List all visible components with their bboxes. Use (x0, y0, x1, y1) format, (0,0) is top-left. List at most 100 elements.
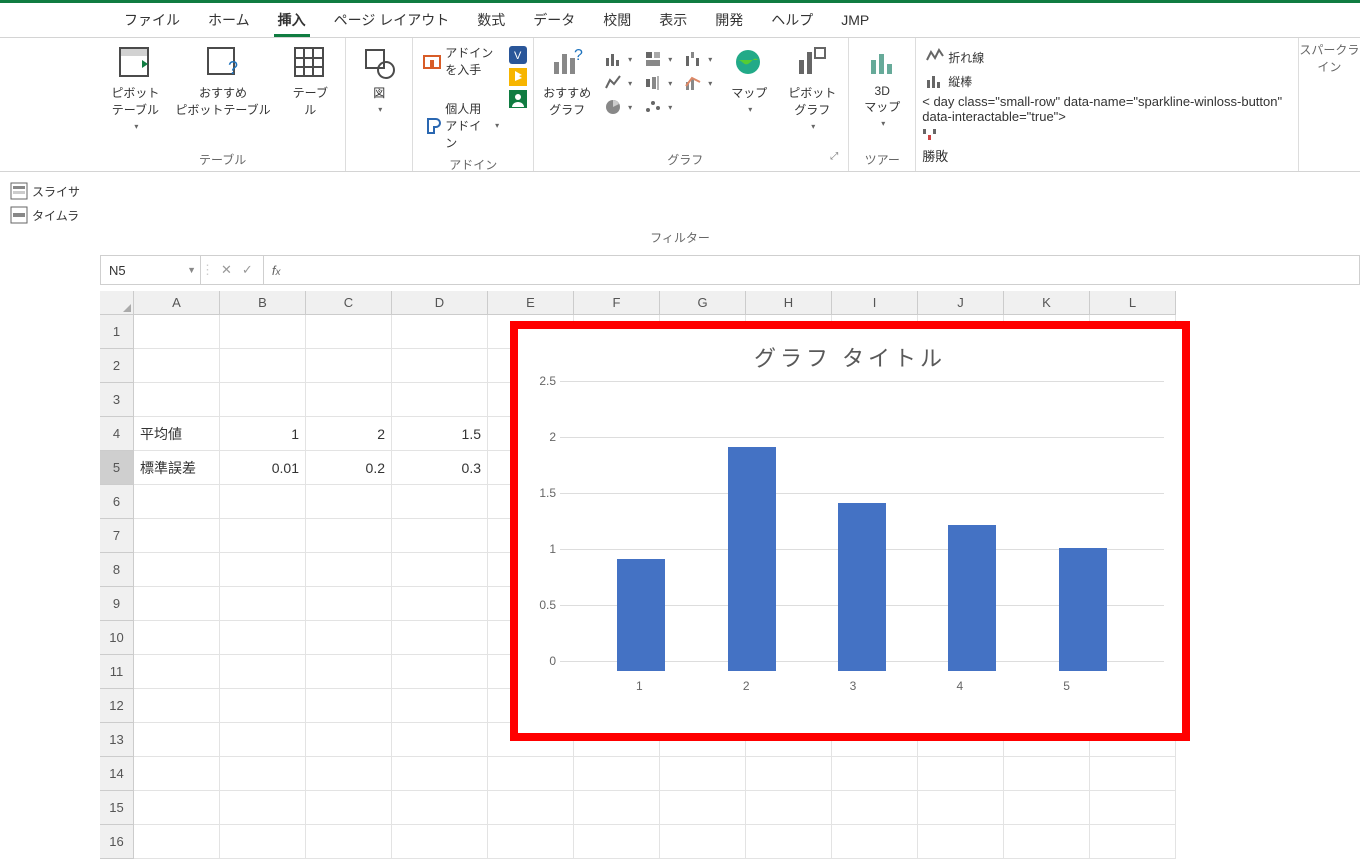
cell-C15[interactable] (306, 791, 392, 825)
cell-D6[interactable] (392, 485, 488, 519)
cell-K15[interactable] (1004, 791, 1090, 825)
pivot-chart-button[interactable]: ピボットグラフ ▾ (782, 42, 842, 135)
recommended-pivot-button[interactable]: ? おすすめ ピボットテーブル (171, 42, 276, 122)
people-icon[interactable] (509, 90, 527, 108)
line-chart-button[interactable]: ▾ (600, 72, 636, 94)
cell-A6[interactable] (134, 485, 220, 519)
menu-page-layout[interactable]: ページ レイアウト (320, 3, 464, 37)
cell-A3[interactable] (134, 383, 220, 417)
cell-D16[interactable] (392, 825, 488, 859)
cell-B2[interactable] (220, 349, 306, 383)
column-chart-button[interactable]: ▾ (600, 48, 636, 70)
chart-bar[interactable] (948, 525, 996, 671)
chart-bar[interactable] (617, 559, 665, 671)
cell-I16[interactable] (832, 825, 918, 859)
cell-C3[interactable] (306, 383, 392, 417)
cell-K14[interactable] (1004, 757, 1090, 791)
cell-G15[interactable] (660, 791, 746, 825)
row-header-12[interactable]: 12 (100, 689, 134, 723)
cell-A13[interactable] (134, 723, 220, 757)
cell-C11[interactable] (306, 655, 392, 689)
sparkline-line-button[interactable]: 折れ線 (922, 46, 1292, 68)
select-all-corner[interactable] (100, 291, 134, 315)
cell-C8[interactable] (306, 553, 392, 587)
cell-A12[interactable] (134, 689, 220, 723)
cell-C12[interactable] (306, 689, 392, 723)
column-header-I[interactable]: I (832, 291, 918, 315)
cell-D11[interactable] (392, 655, 488, 689)
row-header-3[interactable]: 3 (100, 383, 134, 417)
cell-D9[interactable] (392, 587, 488, 621)
column-header-J[interactable]: J (918, 291, 1004, 315)
cell-B6[interactable] (220, 485, 306, 519)
menu-home[interactable]: ホーム (194, 3, 264, 37)
pie-chart-button[interactable]: ▾ (600, 96, 636, 118)
get-addins-button[interactable]: アドインを入手 (419, 42, 503, 80)
cell-C14[interactable] (306, 757, 392, 791)
scatter-chart-button[interactable]: ▾ (640, 96, 676, 118)
cell-A10[interactable] (134, 621, 220, 655)
cell-C13[interactable] (306, 723, 392, 757)
cell-B7[interactable] (220, 519, 306, 553)
menu-jmp[interactable]: JMP (827, 3, 883, 37)
chart-bar[interactable] (838, 503, 886, 671)
cell-D4[interactable]: 1.5 (392, 417, 488, 451)
cell-A1[interactable] (134, 315, 220, 349)
cell-A11[interactable] (134, 655, 220, 689)
row-header-14[interactable]: 14 (100, 757, 134, 791)
dialog-launcher-icon[interactable]: ⤢ (830, 151, 842, 162)
row-header-8[interactable]: 8 (100, 553, 134, 587)
cell-C9[interactable] (306, 587, 392, 621)
cancel-formula-button[interactable]: ✕ (221, 262, 232, 278)
bing-icon[interactable] (509, 68, 527, 86)
sparkline-column-button[interactable]: 縦棒 (922, 70, 1292, 92)
cell-D14[interactable] (392, 757, 488, 791)
illustrations-button[interactable]: 図 ▾ (352, 42, 406, 118)
row-header-9[interactable]: 9 (100, 587, 134, 621)
my-addins-button[interactable]: 個人用アドイン ▾ (419, 98, 503, 153)
pivot-table-button[interactable]: ピボット テーブル ▾ (106, 42, 165, 135)
cell-B9[interactable] (220, 587, 306, 621)
cell-C6[interactable] (306, 485, 392, 519)
cell-B1[interactable] (220, 315, 306, 349)
column-header-C[interactable]: C (306, 291, 392, 315)
cell-G14[interactable] (660, 757, 746, 791)
hierarchy-chart-button[interactable]: ▾ (640, 48, 676, 70)
cell-C5[interactable]: 0.2 (306, 451, 392, 485)
cell-C16[interactable] (306, 825, 392, 859)
column-header-L[interactable]: L (1090, 291, 1176, 315)
cell-A16[interactable] (134, 825, 220, 859)
cell-H14[interactable] (746, 757, 832, 791)
cell-E14[interactable] (488, 757, 574, 791)
cell-B16[interactable] (220, 825, 306, 859)
column-header-F[interactable]: F (574, 291, 660, 315)
cell-D13[interactable] (392, 723, 488, 757)
menu-file[interactable]: ファイル (110, 3, 194, 37)
menu-data[interactable]: データ (519, 3, 589, 37)
cell-A5[interactable]: 標準誤差 (134, 451, 220, 485)
column-header-D[interactable]: D (392, 291, 488, 315)
cell-A2[interactable] (134, 349, 220, 383)
cell-I14[interactable] (832, 757, 918, 791)
cell-B14[interactable] (220, 757, 306, 791)
cell-D12[interactable] (392, 689, 488, 723)
cell-F15[interactable] (574, 791, 660, 825)
row-header-6[interactable]: 6 (100, 485, 134, 519)
fx-icon[interactable]: fx (264, 263, 289, 278)
row-header-11[interactable]: 11 (100, 655, 134, 689)
cell-K16[interactable] (1004, 825, 1090, 859)
cell-L16[interactable] (1090, 825, 1176, 859)
column-header-K[interactable]: K (1004, 291, 1090, 315)
cell-H16[interactable] (746, 825, 832, 859)
maps-button[interactable]: マップ ▾ (722, 42, 776, 118)
chart-bar[interactable] (728, 447, 776, 671)
cell-D10[interactable] (392, 621, 488, 655)
cell-D8[interactable] (392, 553, 488, 587)
row-header-4[interactable]: 4 (100, 417, 134, 451)
cell-E15[interactable] (488, 791, 574, 825)
slicer-button[interactable]: スライサ (6, 180, 84, 202)
column-header-H[interactable]: H (746, 291, 832, 315)
table-button[interactable]: テーブル (281, 42, 339, 122)
cell-C7[interactable] (306, 519, 392, 553)
cell-B13[interactable] (220, 723, 306, 757)
